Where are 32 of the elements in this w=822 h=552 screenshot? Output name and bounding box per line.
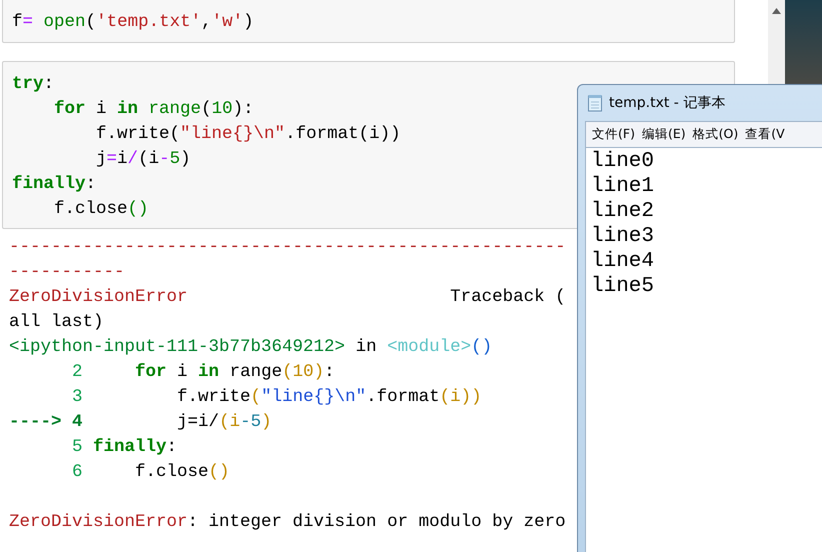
code-line: f.write("line{}\n".format(i))	[95, 123, 401, 146]
code-line: j=i/(i-5)	[95, 148, 191, 171]
text-area[interactable]: line0 line1 line2 line3 line4 line5	[585, 148, 822, 552]
code-line: <ipython-input-111-3b77b3649212> in <module>()	[9, 336, 492, 359]
code-line: ZeroDivisionError Traceback (	[9, 286, 566, 309]
code-line: for i in range(10):	[53, 98, 254, 121]
text-line: line0	[591, 149, 654, 174]
code-line: f.close()	[53, 198, 149, 221]
menu-item[interactable]: 查看(V	[745, 125, 785, 144]
menu-item[interactable]: 编辑(E)	[642, 125, 686, 144]
scroll-up-arrow-icon[interactable]	[772, 8, 781, 14]
menu-item[interactable]: 文件(F)	[592, 125, 635, 144]
window-title: temp.txt - 记事本	[609, 94, 726, 112]
code-line: finally:	[12, 173, 96, 196]
text-line: line5	[591, 274, 654, 299]
text-line: line1	[591, 174, 654, 199]
code-line: ZeroDivisionError: integer division or modulo by zero	[9, 511, 566, 534]
code-cell[interactable]: f= open('temp.txt','w')	[2, 0, 735, 43]
code-line: -----------------------------------------------------	[9, 236, 566, 259]
code-line: ----> 4 j=i/(i-5)	[9, 411, 272, 434]
text-line: line4	[591, 249, 654, 274]
code-line: 5 finally:	[71, 436, 178, 459]
code-line: 2 for i in range(10):	[71, 361, 335, 384]
text-line: line2	[591, 199, 654, 224]
notepad-icon	[587, 94, 603, 112]
code-line: 6 f.close()	[71, 461, 230, 484]
scrollbar[interactable]	[768, 0, 785, 84]
code-line: f= open('temp.txt','w')	[12, 11, 254, 34]
code-line: 3 f.write("line{}\n".format(i))	[71, 386, 482, 409]
code-line: all last)	[9, 311, 104, 334]
code-line: try:	[12, 73, 54, 96]
code-line: -----------	[9, 261, 125, 284]
